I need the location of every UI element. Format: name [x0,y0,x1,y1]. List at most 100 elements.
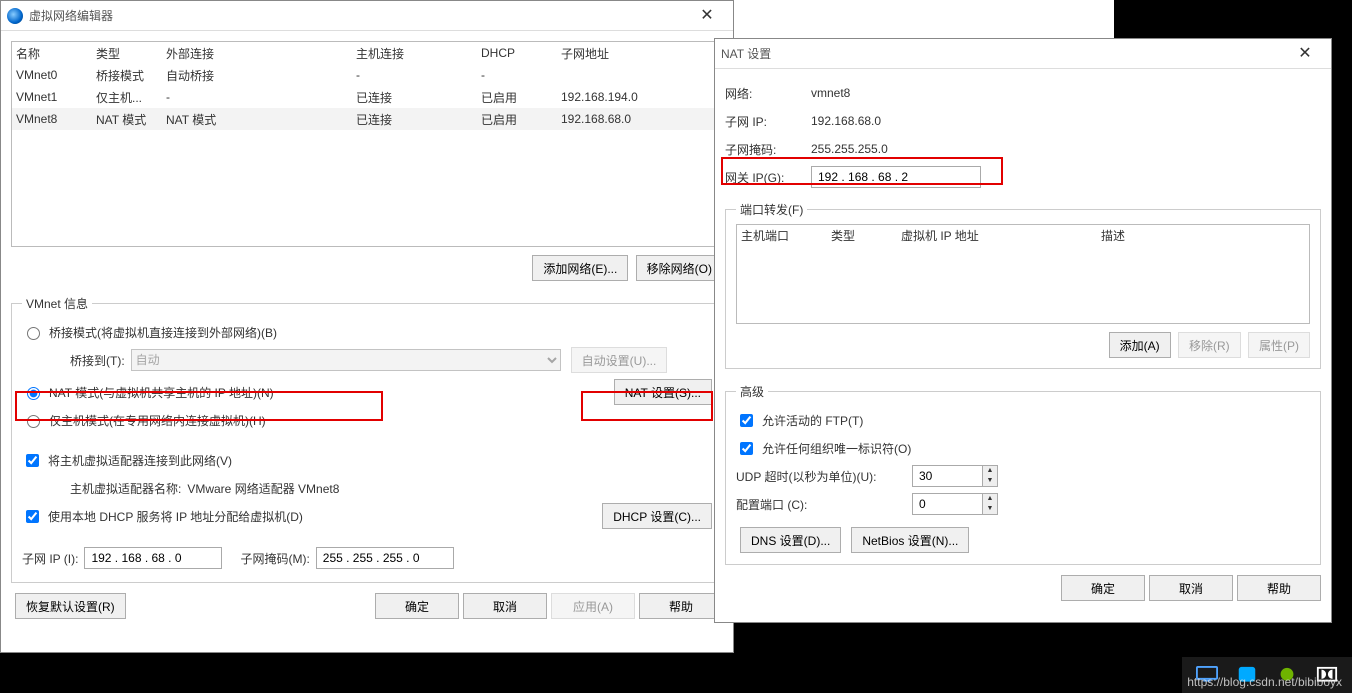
col-dhcp: DHCP [481,46,561,60]
restore-defaults-button[interactable]: 恢复默认设置(R) [15,593,126,619]
vmnet-table: 名称 类型 外部连接 主机连接 DHCP 子网地址 VMnet0 桥接模式 自动… [11,41,723,247]
nat-label: NAT 模式(与虚拟机共享主机的 IP 地址)(N) [49,384,274,401]
nat-help-button[interactable]: 帮助 [1237,575,1321,601]
nat-titlebar: NAT 设置 ✕ [715,39,1331,69]
cell: - [166,90,356,104]
host-adapter-name-label: 主机虚拟适配器名称: [70,480,181,497]
cell: 192.168.68.0 [561,112,691,126]
gateway-ip-input[interactable] [811,166,981,188]
cell: NAT 模式 [96,111,166,128]
nat-subnet-mask-value: 255.255.255.0 [811,142,888,156]
hostonly-radio[interactable] [27,415,40,428]
apply-button: 应用(A) [551,593,635,619]
cell: VMnet1 [16,90,96,104]
use-local-dhcp-row[interactable]: 使用本地 DHCP 服务将 IP 地址分配给虚拟机(D) DHCP 设置(C).… [22,502,712,530]
config-port-label: 配置端口 (C): [736,496,906,513]
config-port-spinner[interactable]: ▲▼ [912,493,998,515]
pf-col: 类型 [831,227,901,244]
udp-timeout-label: UDP 超时(以秒为单位)(U): [736,468,906,485]
vmware-icon [7,8,23,24]
chevron-up-icon[interactable]: ▲ [983,466,997,476]
cell: 已启用 [481,111,561,128]
vmnet-info-legend: VMnet 信息 [22,295,92,312]
allow-oui-checkbox[interactable] [740,442,753,455]
table-row[interactable]: VMnet1 仅主机... - 已连接 已启用 192.168.194.0 [12,86,722,108]
subnet-mask-label: 子网掩码(M): [240,550,309,567]
cancel-button[interactable]: 取消 [463,593,547,619]
col-type: 类型 [96,45,166,62]
chevron-up-icon[interactable]: ▲ [983,494,997,504]
port-forward-group: 端口转发(F) 主机端口 类型 虚拟机 IP 地址 描述 添加(A) 移除(R)… [725,201,1321,369]
allow-oui-label: 允许任何组织唯一标识符(O) [762,440,911,457]
subnet-ip-input[interactable] [84,547,222,569]
allow-ftp-row[interactable]: 允许活动的 FTP(T) [736,406,1310,434]
gateway-label: 网关 IP(G): [725,169,805,186]
nat-cancel-button[interactable]: 取消 [1149,575,1233,601]
allow-ftp-label: 允许活动的 FTP(T) [762,412,863,429]
col-ext: 外部连接 [166,45,356,62]
bridge-to-select: 自动 [131,349,561,371]
close-icon[interactable]: ✕ [1285,40,1325,68]
dhcp-settings-button[interactable]: DHCP 设置(C)... [602,503,712,529]
ok-button[interactable]: 确定 [375,593,459,619]
nat-radio[interactable] [27,387,40,400]
nat-subnet-mask-label: 子网掩码: [725,141,805,158]
host-adapter-name-value: VMware 网络适配器 VMnet8 [187,480,339,497]
connect-host-adapter-row[interactable]: 将主机虚拟适配器连接到此网络(V) [22,446,712,474]
connect-host-adapter-checkbox[interactable] [26,454,39,467]
pf-col: 主机端口 [741,227,831,244]
allow-ftp-checkbox[interactable] [740,414,753,427]
bridge-radio[interactable] [27,327,40,340]
use-local-dhcp-checkbox[interactable] [26,510,39,523]
nat-settings-dialog: NAT 设置 ✕ 网络: vmnet8 子网 IP: 192.168.68.0 子网… [714,38,1332,623]
pf-header: 主机端口 类型 虚拟机 IP 地址 描述 [737,225,1309,246]
remove-network-button[interactable]: 移除网络(O) [636,255,723,281]
dns-settings-button[interactable]: DNS 设置(D)... [740,527,841,553]
editor-titlebar: 虚拟网络编辑器 ✕ [1,1,733,31]
cell: 192.168.194.0 [561,90,691,104]
bg-white [734,0,1114,38]
help-button[interactable]: 帮助 [639,593,723,619]
advanced-group: 高级 允许活动的 FTP(T) 允许任何组织唯一标识符(O) UDP 超时(以秒… [725,383,1321,565]
nat-ok-button[interactable]: 确定 [1061,575,1145,601]
table-header: 名称 类型 外部连接 主机连接 DHCP 子网地址 [12,42,722,64]
netbios-settings-button[interactable]: NetBios 设置(N)... [851,527,969,553]
nat-subnet-ip-value: 192.168.68.0 [811,114,881,128]
close-icon[interactable]: ✕ [687,2,727,30]
table-row[interactable]: VMnet8 NAT 模式 NAT 模式 已连接 已启用 192.168.68.… [12,108,722,130]
vmnet-info-group: VMnet 信息 桥接模式(将虚拟机直接连接到外部网络)(B) 桥接到(T): … [11,295,723,583]
nat-mode-row[interactable]: NAT 模式(与虚拟机共享主机的 IP 地址)(N) NAT 设置(S)... [22,378,712,406]
col-host: 主机连接 [356,45,481,62]
bridge-mode-row[interactable]: 桥接模式(将虚拟机直接连接到外部网络)(B) [22,318,712,346]
cell: 已启用 [481,89,561,106]
subnet-ip-label: 子网 IP (I): [22,550,78,567]
pf-add-button[interactable]: 添加(A) [1109,332,1171,358]
port-forward-legend: 端口转发(F) [736,201,807,218]
hostonly-label: 仅主机模式(在专用网络内连接虚拟机)(H) [49,412,266,429]
cell: VMnet0 [16,68,96,82]
subnet-mask-input[interactable] [316,547,454,569]
add-network-button[interactable]: 添加网络(E)... [532,255,628,281]
host-only-mode-row[interactable]: 仅主机模式(在专用网络内连接虚拟机)(H) [22,406,712,434]
chevron-down-icon[interactable]: ▼ [983,476,997,486]
cell: 仅主机... [96,89,166,106]
udp-timeout-spinner[interactable]: ▲▼ [912,465,998,487]
nat-settings-button[interactable]: NAT 设置(S)... [614,379,712,405]
chevron-down-icon[interactable]: ▼ [983,504,997,514]
cell: VMnet8 [16,112,96,126]
virtual-network-editor-dialog: 虚拟网络编辑器 ✕ 名称 类型 外部连接 主机连接 DHCP 子网地址 VMne… [0,0,734,653]
cell: 已连接 [356,89,481,106]
cell: NAT 模式 [166,111,356,128]
cell: - [481,68,561,82]
nat-subnet-ip-label: 子网 IP: [725,113,805,130]
pf-props-button: 属性(P) [1248,332,1310,358]
cell: 桥接模式 [96,67,166,84]
table-row[interactable]: VMnet0 桥接模式 自动桥接 - - [12,64,722,86]
network-value: vmnet8 [811,86,850,100]
allow-oui-row[interactable]: 允许任何组织唯一标识符(O) [736,434,1310,462]
network-label: 网络: [725,85,805,102]
bridge-to-label: 桥接到(T): [70,352,125,369]
udp-timeout-input[interactable] [912,465,982,487]
config-port-input[interactable] [912,493,982,515]
bridge-label: 桥接模式(将虚拟机直接连接到外部网络)(B) [49,324,277,341]
